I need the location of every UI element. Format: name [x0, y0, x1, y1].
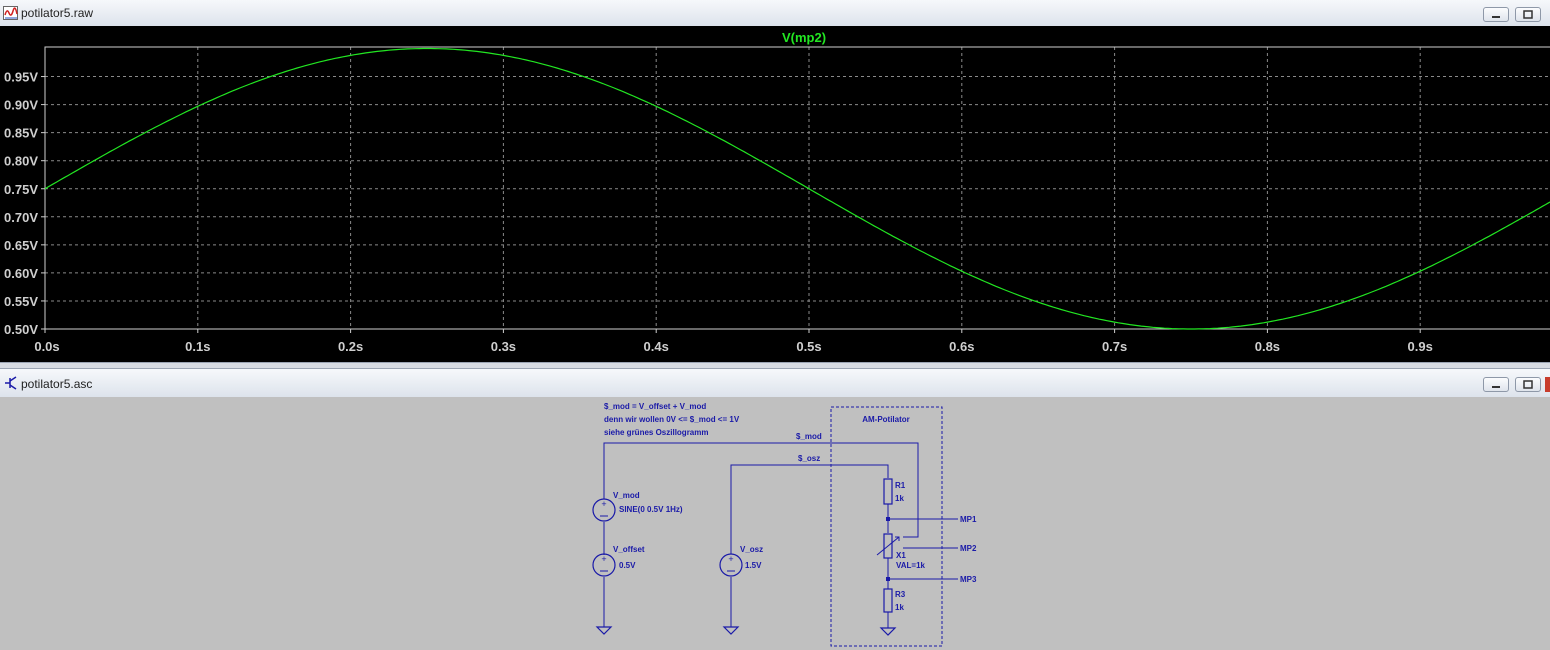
schematic-window-title: potilator5.asc	[21, 377, 93, 391]
svg-text:+: +	[728, 554, 733, 564]
junction-mp3	[886, 577, 890, 581]
restore-button[interactable]	[1515, 7, 1541, 22]
restore-button[interactable]	[1515, 377, 1541, 392]
waveform-plot[interactable]: V(mp2) 0.95V 0.90V 0.85V 0.80V 0.75V 0.70V 0.6…	[0, 26, 1550, 362]
minimize-button[interactable]	[1483, 377, 1509, 392]
x-tick-label: 0.7s	[1102, 339, 1127, 354]
schematic-background	[0, 397, 1550, 650]
x-tick-label: 0.2s	[338, 339, 363, 354]
probe-mp3[interactable]: MP3	[960, 575, 977, 584]
r1-value[interactable]: 1k	[895, 494, 904, 503]
trace-label[interactable]: V(mp2)	[782, 30, 826, 45]
r3-value[interactable]: 1k	[895, 603, 904, 612]
v-osz-value[interactable]: 1.5V	[745, 561, 762, 570]
v-mod-value[interactable]: SINE(0 0.5V 1Hz)	[619, 505, 683, 514]
junction-mp1	[886, 517, 890, 521]
waveform-window-title: potilator5.raw	[21, 6, 94, 20]
close-button-edge[interactable]	[1545, 377, 1550, 392]
x-tick-label: 0.0s	[34, 339, 59, 354]
y-tick-label: 0.70V	[4, 210, 38, 225]
y-tick-label: 0.90V	[4, 98, 38, 113]
schematic-window-titlebar[interactable]: potilator5.asc	[0, 369, 1550, 398]
y-tick-label: 0.80V	[4, 154, 38, 169]
probe-mp2[interactable]: MP2	[960, 544, 977, 553]
probe-mp1[interactable]: MP1	[960, 515, 977, 524]
minimize-button[interactable]	[1483, 7, 1509, 22]
waveform-window: potilator5.raw V(mp2) 0.95V 0.90V 0.85V 0.8…	[0, 0, 1550, 362]
restore-icon	[1523, 10, 1533, 19]
potilator-box-label[interactable]: AM-Potilator	[862, 415, 910, 424]
x-tick-label: 0.6s	[949, 339, 974, 354]
svg-text:+: +	[601, 554, 606, 564]
schematic-canvas[interactable]: $_mod = V_offset + V_mod denn wir wollen…	[0, 397, 1550, 650]
r3-name[interactable]: R3	[895, 590, 906, 599]
pane-splitter[interactable]	[0, 362, 1550, 369]
x1-value[interactable]: VAL=1k	[896, 561, 926, 570]
y-tick-label: 0.65V	[4, 238, 38, 253]
comment-line-1[interactable]: $_mod = V_offset + V_mod	[604, 402, 706, 411]
r1-name[interactable]: R1	[895, 481, 906, 490]
x-tick-label: 0.8s	[1255, 339, 1280, 354]
net-label-mod[interactable]: $_mod	[796, 432, 822, 441]
comment-line-3[interactable]: siehe grünes Oszillogramm	[604, 428, 708, 437]
x-tick-label: 0.9s	[1408, 339, 1433, 354]
y-tick-label: 0.60V	[4, 266, 38, 281]
v-offset-name[interactable]: V_offset	[613, 545, 645, 554]
comment-line-2[interactable]: denn wir wollen 0V <= $_mod <= 1V	[604, 415, 740, 424]
x-tick-label: 0.4s	[644, 339, 669, 354]
y-tick-label: 0.95V	[4, 70, 38, 85]
minimize-icon	[1492, 386, 1500, 388]
x-tick-label: 0.5s	[796, 339, 821, 354]
y-tick-label: 0.55V	[4, 294, 38, 309]
x-tick-label: 0.3s	[491, 339, 516, 354]
y-tick-label: 0.50V	[4, 322, 38, 337]
v-offset-value[interactable]: 0.5V	[619, 561, 636, 570]
x-tick-label: 0.1s	[185, 339, 210, 354]
restore-icon	[1523, 380, 1533, 389]
minimize-icon	[1492, 16, 1500, 18]
y-tick-label: 0.75V	[4, 182, 38, 197]
waveform-icon	[3, 6, 18, 20]
svg-text:+: +	[601, 499, 606, 509]
v-mod-name[interactable]: V_mod	[613, 491, 640, 500]
net-label-osz[interactable]: $_osz	[798, 454, 820, 463]
schematic-window: potilator5.asc $_mod = V_offset + V_mod …	[0, 369, 1550, 650]
v-osz-name[interactable]: V_osz	[740, 545, 763, 554]
y-tick-label: 0.85V	[4, 126, 38, 141]
waveform-window-titlebar[interactable]: potilator5.raw	[0, 0, 1550, 27]
transistor-icon	[5, 376, 17, 390]
x1-name[interactable]: X1	[896, 551, 906, 560]
